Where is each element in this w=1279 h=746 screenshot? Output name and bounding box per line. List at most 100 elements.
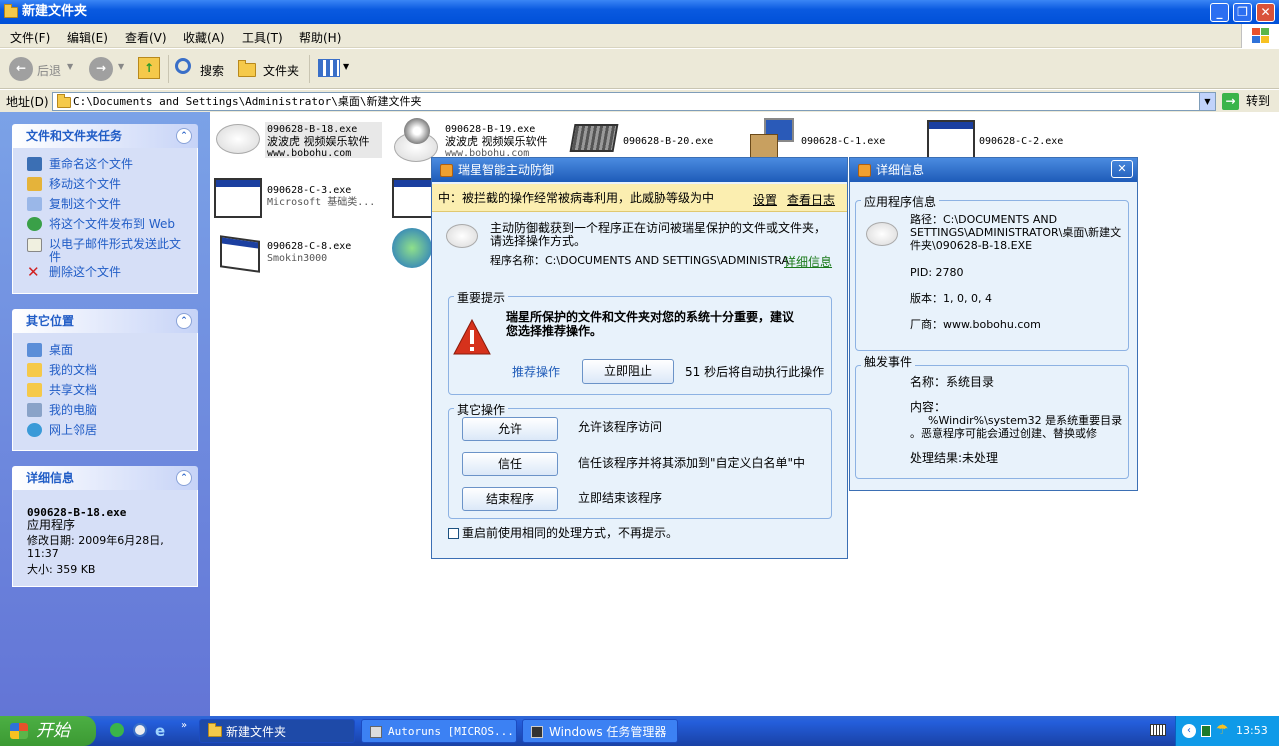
details-link[interactable]: 详细信息 (784, 253, 832, 270)
views-dropdown-icon[interactable]: ▼ (343, 62, 349, 71)
system-tray: ‹ ☂ 13:53 (1175, 716, 1279, 746)
file-item[interactable] (392, 118, 440, 162)
program-name: 程序名称：C:\DOCUMENTS AND SETTINGS\ADMINISTR… (490, 254, 790, 267)
other-places-header[interactable]: 其它位置 ⌃ (12, 309, 198, 333)
place-shared-documents[interactable]: 共享文档 (49, 384, 97, 397)
menu-help[interactable]: 帮助(H) (299, 29, 341, 46)
search-button[interactable]: 搜索 (200, 62, 224, 79)
chip-icon[interactable] (569, 124, 619, 152)
quicklaunch-expand-icon[interactable]: » (181, 720, 187, 731)
window-app-icon[interactable] (214, 178, 262, 218)
collapse-chevron-icon[interactable]: ⌃ (176, 470, 192, 486)
minimize-button[interactable]: _ (1210, 3, 1229, 22)
clock: 13:53 (1236, 724, 1268, 737)
window-app-icon[interactable] (927, 120, 975, 160)
start-button[interactable]: 开始 (0, 716, 96, 746)
tray-umbrella-icon[interactable]: ☂ (1216, 723, 1230, 737)
place-desktop[interactable]: 桌面 (49, 344, 73, 357)
menu-file[interactable]: 文件(F) (10, 29, 50, 46)
place-my-computer[interactable]: 我的电脑 (49, 404, 97, 417)
file-name[interactable]: 090628-B-20.exe (623, 136, 713, 148)
maximize-button[interactable]: ❐ (1233, 3, 1252, 22)
details-dialog: 详细信息 ✕ 应用程序信息 路径：C:\DOCUMENTS AND SETTIN… (849, 157, 1138, 491)
other-ops-title: 其它操作 (454, 401, 509, 418)
file-name[interactable]: 090628-C-2.exe (979, 136, 1063, 148)
back-arrow-icon[interactable]: ← (9, 57, 33, 81)
menu-favorites[interactable]: 收藏(A) (183, 29, 225, 46)
other-places-title: 其它位置 (26, 314, 75, 328)
allow-button[interactable]: 允许 (462, 417, 558, 441)
view-log-link[interactable]: 查看日志 (787, 191, 835, 208)
file-description: Smokin3000 (267, 253, 328, 264)
folder-icon (208, 723, 222, 737)
details-close-button[interactable]: ✕ (1111, 160, 1133, 178)
media-player-icon[interactable] (133, 723, 147, 737)
folders-icon[interactable] (238, 60, 256, 77)
quicklaunch-icon[interactable] (110, 723, 124, 737)
views-icon[interactable] (318, 59, 340, 77)
file-tasks-title: 文件和文件夹任务 (26, 129, 123, 143)
trust-button[interactable]: 信任 (462, 452, 558, 476)
file-item[interactable] (750, 118, 796, 160)
task-email[interactable]: 以电子邮件形式发送此文件 (49, 238, 189, 264)
event-content-2: 。恶意程序可能会通过创建、替换或修 (910, 427, 1097, 440)
place-network[interactable]: 网上邻居 (49, 424, 97, 437)
close-button[interactable]: ✕ (1256, 3, 1275, 22)
ie-icon[interactable]: e (155, 722, 165, 740)
tray-expand-icon[interactable]: ‹ (1182, 724, 1196, 738)
address-dropdown-icon[interactable]: ▼ (1199, 93, 1215, 110)
details-header[interactable]: 详细信息 ⌃ (12, 466, 198, 490)
task-copy[interactable]: 复制这个文件 (49, 198, 121, 211)
keyboard-icon[interactable] (1150, 724, 1166, 736)
task-move[interactable]: 移动这个文件 (49, 178, 121, 191)
version: 版本：1, 0, 0, 4 (910, 292, 992, 305)
go-button[interactable]: → 转到 (1222, 92, 1278, 111)
address-input[interactable]: C:\Documents and Settings\Administrator\… (52, 92, 1216, 111)
block-now-button[interactable]: 立即阻止 (582, 359, 674, 384)
file-tasks-header[interactable]: 文件和文件夹任务 ⌃ (12, 124, 198, 148)
end-program-button[interactable]: 结束程序 (462, 487, 558, 511)
settings-link[interactable]: 设置 (753, 191, 777, 208)
go-label: 转到 (1246, 94, 1271, 108)
file-name[interactable]: 090628-C-8.exe (267, 241, 351, 253)
forward-arrow-icon[interactable]: → (89, 57, 113, 81)
tray-app-icon[interactable] (1201, 725, 1211, 737)
task-folder[interactable]: 新建文件夹 (199, 719, 355, 743)
menu-view[interactable]: 查看(V) (125, 29, 167, 46)
folders-button[interactable]: 文件夹 (263, 62, 299, 79)
file-description: 波波虎 视频娱乐软件 (267, 135, 370, 148)
collapse-chevron-icon[interactable]: ⌃ (176, 128, 192, 144)
file-name[interactable]: 090628-C-1.exe (801, 136, 885, 148)
file-item[interactable] (214, 118, 262, 162)
task-rename[interactable]: 重命名这个文件 (49, 158, 133, 171)
remember-checkbox[interactable] (448, 528, 459, 539)
up-folder-icon[interactable]: ↑ (138, 57, 160, 79)
warning-icon (453, 318, 491, 355)
intercept-desc-2: 请选择操作方式。 (490, 234, 587, 248)
collapse-chevron-icon[interactable]: ⌃ (176, 313, 192, 329)
globe-app-icon[interactable] (392, 228, 432, 268)
important-text: 瑞星所保护的文件和文件夹对您的系统十分重要，建议 (506, 310, 795, 324)
task-publish-web[interactable]: 将这个文件发布到 Web (49, 218, 175, 231)
menu-edit[interactable]: 编辑(E) (67, 29, 108, 46)
globe-icon (404, 118, 430, 144)
pid: PID: 2780 (910, 266, 964, 279)
address-label: 地址(D) (6, 95, 49, 109)
task-autoruns[interactable]: Autoruns [MICROS... (361, 719, 517, 743)
back-dropdown-icon[interactable]: ▼ (67, 62, 73, 71)
window-app-icon[interactable] (220, 235, 260, 273)
forward-dropdown-icon[interactable]: ▼ (118, 62, 124, 71)
details-dialog-title: 详细信息 (876, 163, 925, 177)
end-program-desc: 立即结束该程序 (578, 491, 663, 505)
place-my-documents[interactable]: 我的文档 (49, 364, 97, 377)
installer-box-icon (750, 134, 778, 158)
menu-tools[interactable]: 工具(T) (242, 29, 283, 46)
address-value: C:\Documents and Settings\Administrator\… (73, 95, 422, 108)
rising-defense-dialog: 瑞星智能主动防御 中：被拦截的操作经常被病毒利用，此威胁等级为中 设置 查看日志… (431, 157, 848, 559)
task-manager[interactable]: Windows 任务管理器 (522, 719, 678, 743)
back-button[interactable]: 后退 (37, 62, 61, 79)
task-delete[interactable]: 删除这个文件 (49, 266, 121, 279)
search-icon[interactable] (175, 58, 191, 74)
task-manager-icon (531, 726, 543, 738)
file-name[interactable]: 090628-C-3.exe (267, 185, 351, 197)
